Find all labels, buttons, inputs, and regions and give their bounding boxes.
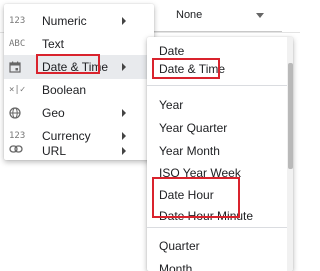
- currency-icon: 123: [9, 131, 26, 141]
- chevron-right-icon: [122, 63, 126, 71]
- divider: [147, 227, 287, 228]
- submenu-item-year-month[interactable]: Year Month: [147, 139, 287, 163]
- menu-item-url[interactable]: URL: [4, 144, 154, 159]
- globe-icon: [9, 107, 29, 119]
- type-select-value: None: [176, 9, 203, 21]
- submenu-item-year[interactable]: Year: [147, 93, 287, 117]
- type-select[interactable]: None: [151, 0, 282, 32]
- menu-item-geo[interactable]: Geo: [4, 101, 154, 125]
- menu-item-numeric[interactable]: 123 Numeric: [4, 9, 154, 33]
- number-icon: 123: [9, 16, 26, 26]
- calendar-icon: [9, 61, 29, 73]
- submenu-item-quarter[interactable]: Quarter: [147, 234, 287, 258]
- boolean-icon: ×|✓: [9, 85, 26, 95]
- type-menu: 123 Numeric ABC Text Date & Time ×|✓ Boo…: [4, 4, 154, 160]
- chevron-right-icon: [122, 109, 126, 117]
- submenu-item-label: Date & Time: [159, 62, 226, 76]
- submenu-item-date-hour-minute[interactable]: Date Hour Minute: [147, 204, 287, 228]
- submenu-item-label: Date: [159, 44, 185, 58]
- submenu-item-iso-year-week[interactable]: ISO Year Week: [147, 161, 287, 185]
- menu-item-label: Geo: [42, 106, 65, 120]
- submenu-item-year-quarter[interactable]: Year Quarter: [147, 116, 287, 140]
- link-icon: [9, 144, 29, 156]
- menu-item-boolean[interactable]: ×|✓ Boolean: [4, 78, 154, 102]
- submenu-item-label: Date Hour: [159, 188, 214, 202]
- submenu-item-month[interactable]: Month: [147, 257, 287, 271]
- submenu-item-label: Year Month: [159, 144, 220, 158]
- submenu-item-label: Quarter: [159, 239, 200, 253]
- chevron-right-icon: [122, 17, 126, 25]
- menu-item-label: Text: [42, 37, 65, 51]
- submenu-item-label: Month: [159, 262, 193, 271]
- divider: [147, 85, 287, 86]
- menu-item-label: Currency: [42, 129, 91, 143]
- menu-item-label: URL: [42, 144, 67, 158]
- submenu-item-label: ISO Year Week: [159, 166, 241, 180]
- submenu-item-label: Date Hour Minute: [159, 209, 254, 223]
- menu-item-label: Numeric: [42, 14, 87, 28]
- chevron-right-icon: [122, 147, 126, 155]
- chevron-right-icon: [122, 132, 126, 140]
- date-time-submenu: Date Date & Time Year Year Quarter Year …: [147, 37, 293, 271]
- submenu-item-date-time[interactable]: Date & Time: [147, 57, 287, 81]
- submenu-item-label: Year: [159, 98, 184, 112]
- text-icon: ABC: [9, 39, 26, 49]
- submenu-item-label: Year Quarter: [159, 121, 228, 135]
- scrollbar-thumb[interactable]: [288, 63, 293, 169]
- menu-item-text[interactable]: ABC Text: [4, 32, 154, 56]
- chevron-down-icon[interactable]: [256, 13, 264, 18]
- menu-item-label: Boolean: [42, 83, 87, 97]
- menu-item-date-time[interactable]: Date & Time: [4, 55, 154, 79]
- menu-item-label: Date & Time: [42, 60, 109, 74]
